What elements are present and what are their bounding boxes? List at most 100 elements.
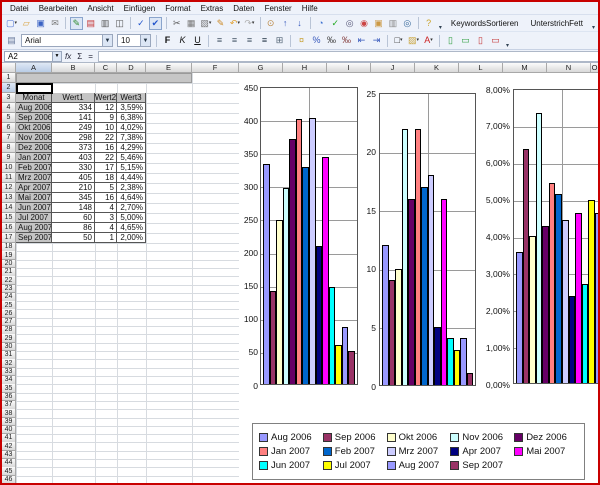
sort-descending-icon[interactable]: ↓: [293, 17, 305, 30]
align-left-icon[interactable]: ≡: [213, 34, 226, 47]
cell-reference-box[interactable]: A2 ▼: [4, 51, 62, 62]
row-header-15[interactable]: 15: [2, 213, 16, 223]
table-value-cell[interactable]: 60: [52, 213, 95, 223]
toolbar-overflow-icon[interactable]: ▾: [439, 24, 442, 31]
increase-indent-icon[interactable]: ⇥: [370, 34, 383, 47]
table-header-cell[interactable]: Monat: [16, 93, 52, 103]
table-value-cell[interactable]: 10: [95, 123, 117, 133]
undo-icon[interactable]: ↶▾: [229, 17, 241, 30]
bold-icon[interactable]: F: [161, 34, 174, 47]
menu-format[interactable]: Format: [160, 4, 195, 13]
cut-icon[interactable]: ✂: [171, 17, 183, 30]
print-icon[interactable]: ▥: [99, 17, 111, 30]
row-header-5[interactable]: 5: [2, 113, 16, 123]
document-as-email-icon[interactable]: ✉: [49, 17, 61, 30]
chevron-down-icon[interactable]: ▼: [140, 35, 150, 46]
background-color-icon[interactable]: ▨▾: [407, 34, 420, 47]
formula-input[interactable]: [98, 51, 598, 62]
add-decimal-icon[interactable]: ‰: [325, 34, 338, 47]
table-value-cell[interactable]: 22: [95, 153, 117, 163]
column-header-n[interactable]: N: [547, 63, 591, 73]
dropdown-arrow-icon[interactable]: ▾: [15, 17, 18, 30]
table-value-cell[interactable]: 4,64%: [117, 193, 146, 203]
percent-format-icon[interactable]: %: [310, 34, 323, 47]
currency-format-icon[interactable]: ¤: [295, 34, 308, 47]
column-header-d[interactable]: D: [117, 63, 146, 73]
datapilot-icon[interactable]: ▥: [387, 17, 399, 30]
table-month-cell[interactable]: Aug 2006: [16, 103, 52, 113]
table-value-cell[interactable]: 16: [95, 193, 117, 203]
auto-spellcheck-icon[interactable]: ✔: [149, 17, 161, 30]
table-month-cell[interactable]: Jul 2007: [16, 213, 52, 223]
font-name-combo[interactable]: Arial▼: [21, 34, 113, 47]
table-header-cell[interactable]: Wert2: [95, 93, 117, 103]
row-header-11[interactable]: 11: [2, 173, 16, 183]
table-value-cell[interactable]: 298: [52, 133, 95, 143]
clone-formatting-icon[interactable]: ✎: [214, 17, 226, 30]
column-header-h[interactable]: H: [283, 63, 327, 73]
row-header-16[interactable]: 16: [2, 223, 16, 233]
row-header-46[interactable]: 46: [2, 476, 16, 484]
table-month-cell[interactable]: Mai 2007: [16, 193, 52, 203]
table-value-cell[interactable]: 18: [95, 173, 117, 183]
column-header-b[interactable]: B: [52, 63, 95, 73]
table-month-cell[interactable]: Feb 2007: [16, 163, 52, 173]
row-header-6[interactable]: 6: [2, 123, 16, 133]
open-folder-icon[interactable]: ▱: [20, 17, 32, 30]
toolbar-overflow-icon[interactable]: ▾: [506, 42, 509, 49]
delete-column-icon[interactable]: ▯: [474, 34, 487, 47]
table-month-cell[interactable]: Dez 2006: [16, 143, 52, 153]
delete-decimal-icon[interactable]: ‰: [340, 34, 353, 47]
table-value-cell[interactable]: 403: [52, 153, 95, 163]
redo-icon[interactable]: ↷▾: [243, 17, 255, 30]
table-value-cell[interactable]: 4: [95, 203, 117, 213]
menu-daten[interactable]: Daten: [228, 4, 259, 13]
column-header-m[interactable]: M: [503, 63, 547, 73]
page-preview-icon[interactable]: ◫: [113, 17, 125, 30]
find-replace-icon[interactable]: ◎: [343, 17, 355, 30]
table-value-cell[interactable]: 9: [95, 113, 117, 123]
table-header-cell[interactable]: Wert1: [52, 93, 95, 103]
insert-column-icon[interactable]: ▯: [444, 34, 457, 47]
table-month-cell[interactable]: Aug 2007: [16, 223, 52, 233]
decrease-indent-icon[interactable]: ⇤: [355, 34, 368, 47]
row-header-8[interactable]: 8: [2, 143, 16, 153]
row-header-4[interactable]: 4: [2, 103, 16, 113]
dropdown-arrow-icon[interactable]: ▾: [417, 34, 420, 47]
delete-row-icon[interactable]: ▭: [489, 34, 502, 47]
gallery-icon[interactable]: ▣: [372, 17, 384, 30]
dropdown-arrow-icon[interactable]: ▾: [252, 17, 255, 30]
save-icon[interactable]: ▣: [34, 17, 46, 30]
row-header-2[interactable]: 2: [2, 83, 16, 93]
table-value-cell[interactable]: 7,38%: [117, 133, 146, 143]
active-cell-a2[interactable]: [16, 83, 53, 94]
table-value-cell[interactable]: 4,02%: [117, 123, 146, 133]
navigator-icon[interactable]: ◉: [358, 17, 370, 30]
column-header-e[interactable]: E: [146, 63, 192, 73]
copy-icon[interactable]: ▦: [185, 17, 197, 30]
dropdown-arrow-icon[interactable]: ▾: [430, 34, 433, 47]
spellcheck-icon[interactable]: ✓: [135, 17, 147, 30]
table-value-cell[interactable]: 249: [52, 123, 95, 133]
menu-hilfe[interactable]: Hilfe: [297, 4, 323, 13]
align-justify-icon[interactable]: ≡: [258, 34, 271, 47]
row-header-1[interactable]: 1: [2, 73, 16, 83]
row-header-10[interactable]: 10: [2, 163, 16, 173]
new-document-icon[interactable]: ▢▾: [5, 17, 18, 30]
table-value-cell[interactable]: 345: [52, 193, 95, 203]
insert-chart-icon[interactable]: ◔: [315, 17, 327, 30]
italic-icon[interactable]: K: [176, 34, 189, 47]
table-value-cell[interactable]: 3,59%: [117, 103, 146, 113]
row-header-13[interactable]: 13: [2, 193, 16, 203]
row-header-9[interactable]: 9: [2, 153, 16, 163]
table-value-cell[interactable]: 148: [52, 203, 95, 213]
table-value-cell[interactable]: 6,38%: [117, 113, 146, 123]
formula-button[interactable]: =: [85, 52, 96, 61]
dropdown-arrow-icon[interactable]: ▾: [209, 17, 212, 30]
table-month-cell[interactable]: Mrz 2007: [16, 173, 52, 183]
column-header-k[interactable]: K: [415, 63, 459, 73]
table-value-cell[interactable]: 50: [52, 233, 95, 243]
align-center-icon[interactable]: ≡: [228, 34, 241, 47]
row-header-12[interactable]: 12: [2, 183, 16, 193]
select-all-corner[interactable]: [2, 63, 16, 73]
